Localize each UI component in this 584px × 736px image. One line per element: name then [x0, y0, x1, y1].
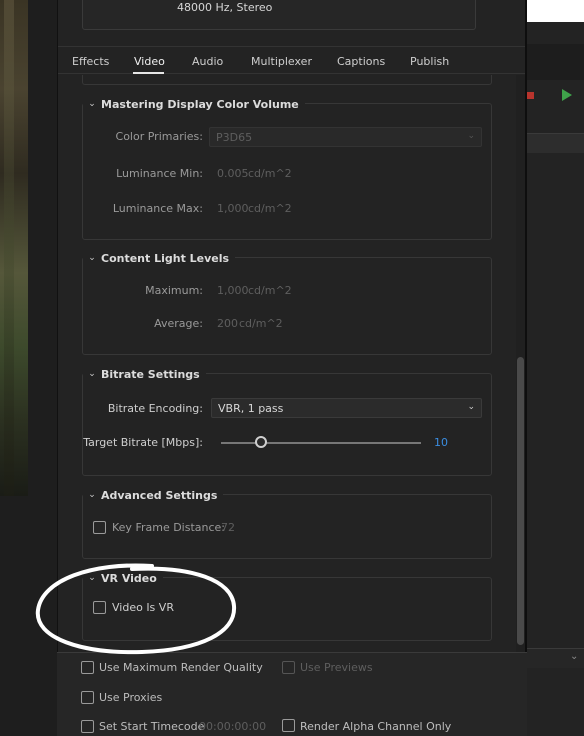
background-row	[527, 133, 584, 153]
content-light-levels-header[interactable]: ⌄ Content Light Levels	[83, 250, 236, 266]
render-alpha-channel-only-label: Render Alpha Channel Only	[300, 720, 452, 733]
use-max-render-quality-label: Use Maximum Render Quality	[99, 661, 263, 674]
tab-effects[interactable]: Effects	[72, 55, 109, 68]
audio-summary-text: 48000 Hz, Stereo	[177, 1, 273, 14]
video-is-vr-checkbox[interactable]	[93, 601, 106, 614]
bitrate-settings-section: ⌄ Bitrate Settings Bitrate Encoding: VBR…	[82, 366, 492, 476]
active-tab-indicator	[133, 72, 164, 74]
luminance-min-value[interactable]: 0.005	[217, 167, 249, 180]
mastering-display-header[interactable]: ⌄ Mastering Display Color Volume	[83, 96, 305, 112]
previous-section-tail	[82, 75, 492, 85]
chevron-down-icon: ⌄	[570, 651, 579, 662]
tab-audio[interactable]: Audio	[192, 55, 223, 68]
chevron-down-icon: ⌄	[88, 253, 96, 263]
color-primaries-label: Color Primaries:	[115, 130, 203, 143]
luminance-max-unit: cd/m^2	[248, 202, 292, 215]
target-bitrate-slider-track[interactable]	[221, 442, 421, 444]
section-title: Advanced Settings	[101, 488, 218, 502]
section-title: VR Video	[101, 571, 157, 585]
luminance-max-label: Luminance Max:	[112, 202, 203, 215]
export-options-bar: Use Maximum Render Quality Use Previews …	[57, 652, 527, 736]
use-previews-checkbox[interactable]	[282, 661, 295, 674]
maximum-unit: cd/m^2	[248, 284, 292, 297]
section-title: Bitrate Settings	[101, 367, 200, 381]
tab-multiplexer[interactable]: Multiplexer	[251, 55, 312, 68]
tab-video[interactable]: Video	[134, 55, 165, 68]
set-start-timecode-checkbox[interactable]	[81, 720, 94, 733]
target-bitrate-slider-handle[interactable]	[255, 436, 267, 448]
key-frame-distance-label: Key Frame Distance:	[112, 521, 226, 534]
background-toolbar	[527, 44, 584, 80]
render-alpha-channel-only-checkbox[interactable]	[282, 719, 295, 732]
color-primaries-select[interactable]: P3D65 ⌄	[209, 127, 482, 147]
vr-video-section: ⌄ VR Video Video Is VR	[82, 570, 492, 641]
chevron-down-icon: ⌄	[467, 402, 475, 412]
content-light-levels-section: ⌄ Content Light Levels Maximum: 1,000 cd…	[82, 250, 492, 355]
background-panel	[527, 0, 584, 736]
start-timecode-value[interactable]: 00:00:00:00	[199, 720, 266, 733]
set-start-timecode-label: Set Start Timecode	[99, 720, 205, 733]
average-label: Average:	[154, 317, 203, 330]
export-settings-dialog: 48000 Hz, Stereo Effects Video Audio Mul…	[57, 0, 527, 652]
bitrate-encoding-label: Bitrate Encoding:	[107, 402, 203, 415]
chevron-down-icon: ⌄	[88, 99, 96, 109]
section-title: Mastering Display Color Volume	[101, 97, 299, 111]
summary-box: 48000 Hz, Stereo	[82, 0, 476, 30]
target-bitrate-label: Target Bitrate [Mbps]:	[83, 436, 203, 449]
chevron-down-icon: ⌄	[88, 573, 96, 583]
color-primaries-value: P3D65	[216, 131, 253, 144]
maximum-value[interactable]: 1,000	[217, 284, 249, 297]
background-photo	[0, 0, 28, 496]
average-unit: cd/m^2	[239, 317, 283, 330]
play-icon	[562, 89, 572, 101]
use-proxies-label: Use Proxies	[99, 691, 163, 704]
target-bitrate-value[interactable]: 10	[434, 436, 448, 449]
record-icon	[527, 92, 534, 99]
bitrate-encoding-value: VBR, 1 pass	[218, 402, 284, 415]
video-settings-panel: ⌄ Mastering Display Color Volume Color P…	[58, 75, 525, 652]
maximum-label: Maximum:	[145, 284, 203, 297]
bitrate-settings-header[interactable]: ⌄ Bitrate Settings	[83, 366, 206, 382]
luminance-min-label: Luminance Min:	[116, 167, 203, 180]
advanced-settings-section: ⌄ Advanced Settings Key Frame Distance: …	[82, 487, 492, 559]
key-frame-distance-checkbox[interactable]	[93, 521, 106, 534]
use-proxies-checkbox[interactable]	[81, 691, 94, 704]
average-value[interactable]: 200	[217, 317, 238, 330]
bitrate-encoding-select[interactable]: VBR, 1 pass ⌄	[211, 398, 482, 418]
tab-captions[interactable]: Captions	[337, 55, 385, 68]
use-max-render-quality-checkbox[interactable]	[81, 661, 94, 674]
luminance-min-unit: cd/m^2	[248, 167, 292, 180]
scrollbar-thumb[interactable]	[517, 357, 524, 645]
advanced-settings-header[interactable]: ⌄ Advanced Settings	[83, 487, 224, 503]
tab-publish[interactable]: Publish	[410, 55, 449, 68]
key-frame-distance-value[interactable]: 72	[221, 521, 235, 534]
luminance-max-value[interactable]: 1,000	[217, 202, 249, 215]
mastering-display-section: ⌄ Mastering Display Color Volume Color P…	[82, 96, 492, 240]
use-previews-label: Use Previews	[300, 661, 373, 674]
vr-video-header[interactable]: ⌄ VR Video	[83, 570, 163, 586]
tab-bar: Effects Video Audio Multiplexer Captions…	[58, 46, 525, 74]
chevron-down-icon: ⌄	[467, 131, 475, 141]
chevron-down-icon: ⌄	[88, 490, 96, 500]
video-is-vr-label: Video Is VR	[112, 601, 174, 614]
section-title: Content Light Levels	[101, 251, 230, 265]
chevron-down-icon: ⌄	[88, 369, 96, 379]
background-window-corner	[527, 0, 584, 22]
